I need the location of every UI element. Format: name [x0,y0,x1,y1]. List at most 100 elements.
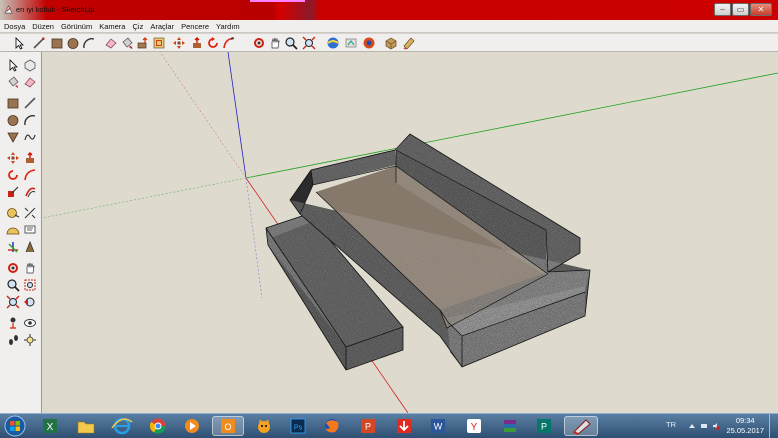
axes-icon[interactable] [6,240,20,254]
menu-araclar[interactable]: Araçlar [150,22,174,31]
orbit-icon[interactable] [252,36,266,50]
3d-text-icon[interactable] [23,240,37,254]
offset-icon[interactable] [23,185,37,199]
eraser-icon[interactable] [23,75,37,89]
svg-text:Y: Y [471,422,478,433]
scene [42,52,778,413]
zoom-icon[interactable] [6,278,20,292]
rectangle-icon[interactable] [6,96,20,110]
svg-text:W: W [434,422,443,432]
look-around-icon[interactable] [23,316,37,330]
network-icon[interactable] [700,422,708,430]
red-axis-negative [159,52,247,179]
move-icon[interactable] [6,151,20,165]
polygon-icon[interactable] [6,130,20,144]
download-icon[interactable] [390,416,418,436]
windows-start-icon[interactable] [2,414,28,438]
eraser-icon[interactable] [104,36,118,50]
scratch-cat-icon[interactable] [250,416,278,436]
publisher-icon[interactable]: P [530,416,558,436]
scale-icon[interactable] [6,185,20,199]
menu-yardim[interactable]: Yardım [216,22,240,31]
volume-muted-icon[interactable] [712,422,720,430]
winrar-icon[interactable] [496,416,524,436]
components-icon[interactable] [384,36,398,50]
outlook-icon: O [221,419,235,433]
photoshop-icon[interactable]: Ps [284,416,312,436]
word-icon[interactable]: W [424,416,452,436]
extension-warehouse-icon[interactable] [362,36,376,50]
offset-icon[interactable] [152,36,166,50]
chrome-icon[interactable] [144,416,172,436]
close-button[interactable]: ✕ [750,3,772,16]
drawing-viewport[interactable] [42,52,778,413]
rotate-icon[interactable] [6,168,20,182]
dimension-icon[interactable] [23,206,37,220]
zoom-window-icon[interactable] [23,278,37,292]
circle-icon[interactable] [6,113,20,127]
menu-duzen[interactable]: Düzen [32,22,54,31]
push-pull-icon[interactable] [136,36,150,50]
zoom-icon[interactable] [284,36,298,50]
make-component-icon[interactable] [23,58,37,72]
follow-me-icon[interactable] [23,168,37,182]
menu-ciz[interactable]: Çiz [132,22,143,31]
section-plane-icon[interactable] [23,333,37,347]
blue-axis-negative [245,177,263,299]
firefox-icon[interactable] [318,416,346,436]
paint-bucket-icon[interactable] [120,36,134,50]
move-icon[interactable] [172,36,186,50]
show-desktop-button[interactable] [769,414,778,438]
menu-dosya[interactable]: Dosya [4,22,25,31]
yandex-icon[interactable]: Y [460,416,488,436]
protractor-icon[interactable] [6,223,20,237]
language-indicator[interactable]: TR [666,420,676,429]
push-pull-icon-2[interactable] [190,36,204,50]
previous-view-icon[interactable] [23,295,37,309]
menu-pencere[interactable]: Pencere [181,22,209,31]
media-player-icon[interactable] [178,416,206,436]
paint-bucket-icon[interactable] [6,75,20,89]
rotate-icon[interactable] [206,36,220,50]
zoom-extents-icon[interactable] [6,295,20,309]
position-camera-icon[interactable] [6,316,20,330]
svg-text:P: P [541,422,547,432]
zoom-extents-icon[interactable] [302,36,316,50]
follow-me-icon[interactable] [222,36,236,50]
system-tray: TR 09:34 25.05.2017 [666,414,778,438]
text-icon[interactable] [23,223,37,237]
clock[interactable]: 09:34 25.05.2017 [726,416,764,436]
minimize-button[interactable]: – [714,3,731,16]
get-models-icon[interactable] [326,36,340,50]
svg-text:O: O [224,422,231,432]
layout-icon[interactable] [402,36,416,50]
tape-measure-icon[interactable] [6,206,20,220]
line-icon[interactable] [32,36,46,50]
rectangle-icon[interactable] [50,36,64,50]
show-hidden-icons-icon[interactable] [688,422,696,430]
share-model-icon[interactable] [344,36,358,50]
select-icon[interactable] [6,58,20,72]
powerpoint-icon[interactable]: P [354,416,382,436]
excel-icon[interactable]: X [36,416,64,436]
menu-bar: Dosya Düzen Görünüm Kamera Çiz Araçlar P… [0,20,778,33]
file-explorer-icon[interactable] [72,416,100,436]
circle-icon[interactable] [66,36,80,50]
title-bar: en iyi koltuk - SketchUp – ▭ ✕ [0,0,778,20]
pan-icon[interactable] [23,261,37,275]
orbit-icon[interactable] [6,261,20,275]
menu-gorunum[interactable]: Görünüm [61,22,92,31]
arc-icon[interactable] [23,113,37,127]
sketchup-task[interactable] [564,416,598,436]
line-icon[interactable] [23,96,37,110]
freehand-icon[interactable] [23,130,37,144]
internet-explorer-icon[interactable] [108,416,136,436]
push-pull-icon[interactable] [23,151,37,165]
maximize-button[interactable]: ▭ [732,3,749,16]
pan-icon[interactable] [268,36,282,50]
arc-icon[interactable] [82,36,96,50]
outlook-task[interactable]: O [212,416,244,436]
select-icon[interactable] [12,36,26,50]
walk-icon[interactable] [6,333,20,347]
menu-kamera[interactable]: Kamera [99,22,125,31]
